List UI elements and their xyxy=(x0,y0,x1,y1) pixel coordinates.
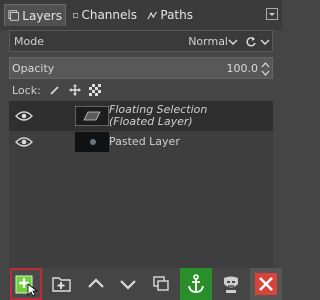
duplicate-icon xyxy=(153,276,169,291)
visibility-eye-icon[interactable] xyxy=(15,136,33,148)
layers-list: Floating Selection (Floated Layer) Paste… xyxy=(9,101,273,276)
tab-paths[interactable]: Paths xyxy=(144,4,196,26)
layers-panel: Mode Normal Opacity 100.0 Lock: Floating… xyxy=(0,30,282,300)
chevron-down-icon xyxy=(228,39,238,45)
layer-name[interactable]: Pasted Layer xyxy=(109,136,180,148)
opacity-slider[interactable]: Opacity 100.0 xyxy=(9,57,273,79)
paths-icon xyxy=(147,11,158,19)
lock-position-icon[interactable] xyxy=(68,84,81,96)
chevron-down-icon[interactable] xyxy=(260,37,270,47)
tab-label: Layers xyxy=(22,8,62,23)
lock-label: Lock: xyxy=(12,83,41,97)
chevron-up-icon xyxy=(88,278,104,288)
duplicate-layer-button[interactable] xyxy=(145,268,177,300)
layers-icon xyxy=(8,10,19,21)
delete-icon xyxy=(255,273,277,295)
layer-name-line2: (Floated Layer) xyxy=(109,115,193,128)
delete-layer-button[interactable] xyxy=(250,268,282,300)
layers-toolbar xyxy=(0,268,282,300)
opacity-value: 100.0 xyxy=(226,61,259,75)
layer-thumbnail xyxy=(75,132,109,152)
anchor-layer-button[interactable] xyxy=(180,268,212,300)
layer-name[interactable]: Floating Selection (Floated Layer) xyxy=(109,104,207,128)
tab-label: Channels xyxy=(81,8,137,22)
new-layer-button[interactable] xyxy=(10,268,42,300)
new-layer-group-button[interactable] xyxy=(46,268,78,300)
opacity-label: Opacity xyxy=(12,61,55,75)
chevron-down-icon xyxy=(120,280,136,290)
dock-tabbar: Layers Channels Paths xyxy=(0,0,282,30)
cycle-mode-icon[interactable] xyxy=(244,35,258,49)
mode-value: Normal xyxy=(188,34,228,48)
tab-channels[interactable]: Channels xyxy=(70,4,140,26)
tab-layers[interactable]: Layers xyxy=(4,4,66,26)
mask-icon xyxy=(224,276,238,293)
raise-layer-button[interactable] xyxy=(80,268,112,300)
new-group-icon xyxy=(52,277,71,292)
lock-pixels-icon[interactable] xyxy=(49,84,61,96)
anchor-icon xyxy=(188,274,204,293)
layer-row-floating-selection[interactable]: Floating Selection (Floated Layer) xyxy=(9,101,273,131)
mask-layer-button[interactable] xyxy=(215,268,247,300)
layer-row-pasted-layer[interactable]: Pasted Layer xyxy=(9,131,273,153)
spinner-icon[interactable] xyxy=(261,60,270,78)
tab-label: Paths xyxy=(160,8,193,22)
lock-alpha-icon[interactable] xyxy=(88,84,101,96)
lock-row: Lock: xyxy=(12,82,101,98)
channels-icon xyxy=(73,12,79,18)
mode-label: Mode xyxy=(14,34,44,48)
tab-menu-icon[interactable] xyxy=(266,8,278,20)
new-layer-icon xyxy=(15,275,39,297)
mode-selector[interactable]: Mode Normal xyxy=(9,30,273,52)
layer-thumbnail xyxy=(75,106,109,126)
visibility-eye-icon[interactable] xyxy=(15,110,33,122)
lower-layer-button[interactable] xyxy=(112,268,144,300)
